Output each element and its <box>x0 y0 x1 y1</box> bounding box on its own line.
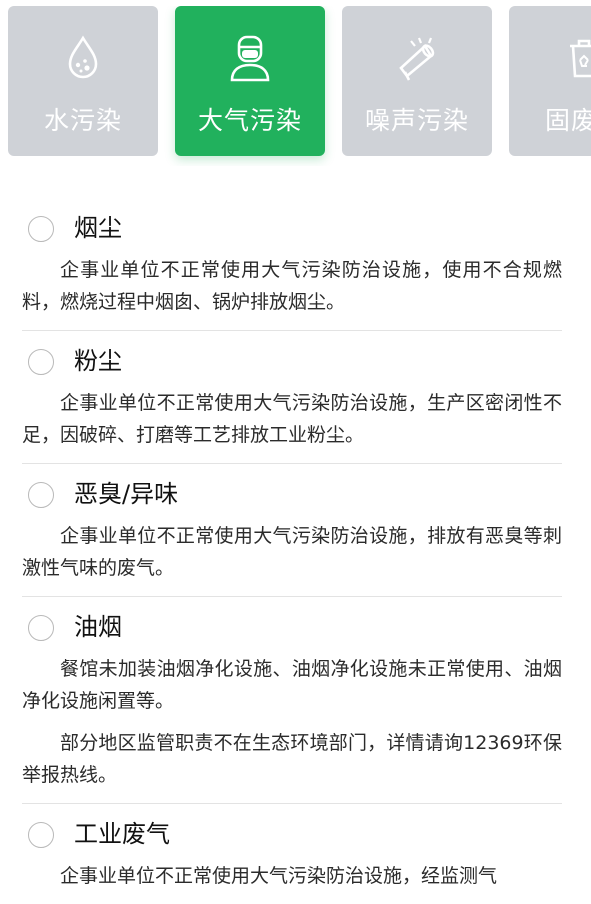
option-description: 餐馆未加装油烟净化设施、油烟净化设施未正常使用、油烟净化设施闲置等。 <box>22 658 562 712</box>
option-description: 企事业单位不正常使用大气污染防治设施，经监测气 <box>60 865 498 887</box>
tab-label: 噪声污染 <box>364 106 469 135</box>
radio-button[interactable] <box>28 615 54 641</box>
option-title: 油烟 <box>74 613 122 641</box>
tab-label: 大气污染 <box>197 106 302 135</box>
option-title: 粉尘 <box>74 347 122 375</box>
option-description: 企事业单位不正常使用大气污染防治设施，使用不合规燃料，燃烧过程中烟囱、锅炉排放烟… <box>22 259 562 313</box>
masked-person-icon <box>230 35 270 82</box>
radio-button[interactable] <box>28 216 54 242</box>
option-title: 烟尘 <box>74 214 122 242</box>
tab-noise-pollution[interactable]: 噪声污染 <box>342 6 492 156</box>
option-note: 部分地区监管职责不在生态环境部门，详情请询12369环保举报热线。 <box>22 732 562 786</box>
radio-button[interactable] <box>28 349 54 375</box>
option-item-dust[interactable]: 粉尘 企事业单位不正常使用大气污染防治设施，生产区密闭性不足，因破碎、打磨等工艺… <box>22 331 562 464</box>
radio-button[interactable] <box>28 482 54 508</box>
tab-label: 水污染 <box>43 106 122 135</box>
option-item-cooking-fumes[interactable]: 油烟 餐馆未加装油烟净化设施、油烟净化设施未正常使用、油烟净化设施闲置等。 部分… <box>22 597 562 804</box>
option-item-odor[interactable]: 恶臭/异味 企事业单位不正常使用大气污染防治设施，排放有恶臭等刺激性气味的废气。 <box>22 464 562 597</box>
tab-label: 固废污 <box>544 106 591 135</box>
trash-bin-icon <box>570 39 591 78</box>
tab-water-pollution[interactable]: 水污染 <box>8 6 158 156</box>
option-title: 恶臭/异味 <box>74 480 179 508</box>
option-title: 工业废气 <box>74 820 170 848</box>
tab-solid-waste[interactable]: 固废污 <box>509 6 591 156</box>
option-item-smoke-dust[interactable]: 烟尘 企事业单位不正常使用大气污染防治设施，使用不合规燃料，燃烧过程中烟囱、锅炉… <box>22 198 562 331</box>
option-description: 企事业单位不正常使用大气污染防治设施，排放有恶臭等刺激性气味的废气。 <box>22 525 562 579</box>
pollution-type-list: 烟尘 企事业单位不正常使用大气污染防治设施，使用不合规燃料，燃烧过程中烟囱、锅炉… <box>22 198 562 904</box>
option-item-industrial-exhaust[interactable]: 工业废气 企事业单位不正常使用大气污染防治设施，经监测气 <box>22 804 562 904</box>
category-tabs: 水污染 大气污染 噪声污染 固废污 <box>0 6 591 166</box>
tab-air-pollution[interactable]: 大气污染 <box>175 6 325 156</box>
option-description: 企事业单位不正常使用大气污染防治设施，生产区密闭性不足，因破碎、打磨等工艺排放工… <box>22 392 562 446</box>
loudspeaker-icon <box>399 37 435 81</box>
water-drop-icon <box>68 35 98 79</box>
radio-button[interactable] <box>28 822 54 848</box>
